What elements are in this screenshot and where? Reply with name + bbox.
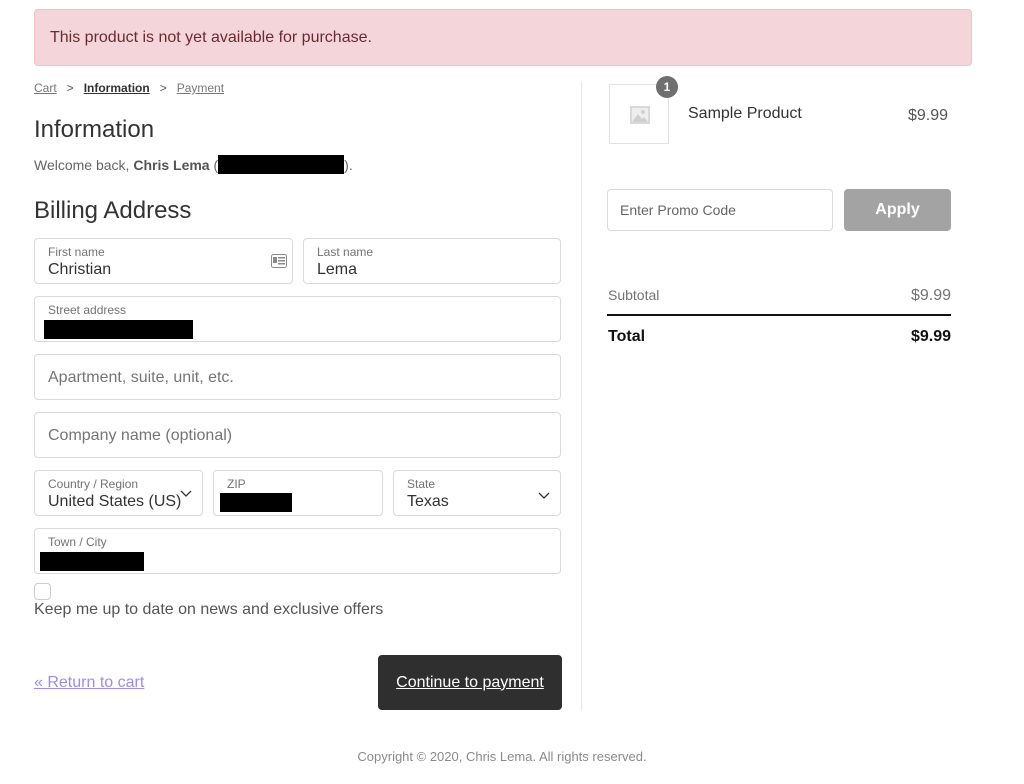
country-label: Country / Region xyxy=(48,477,139,491)
return-to-cart-link[interactable]: « Return to cart xyxy=(34,674,144,692)
total-value: $9.99 xyxy=(910,328,951,345)
apartment-placeholder: Apartment, suite, unit, etc. xyxy=(48,369,234,386)
promo-code-input[interactable] xyxy=(607,189,833,231)
last-name-field[interactable]: Last name Lema xyxy=(303,238,561,284)
newsletter-checkbox[interactable] xyxy=(34,583,51,600)
street-address-field[interactable]: Street address xyxy=(34,296,561,342)
subtotal-value: $9.99 xyxy=(910,287,951,304)
last-name-value: Lema xyxy=(317,261,358,278)
billing-heading: Billing Address xyxy=(34,197,192,224)
welcome-prefix: Welcome back, xyxy=(34,156,134,173)
subtotal-label: Subtotal xyxy=(608,287,660,303)
paren-close: ). xyxy=(344,156,353,173)
footer-copyright: Copyright © 2020, Chris Lema. All rights… xyxy=(357,749,647,764)
newsletter-label: Keep me up to date on news and exclusive… xyxy=(34,601,384,618)
product-name: Sample Product xyxy=(688,105,802,122)
image-placeholder-icon xyxy=(630,106,650,124)
information-heading: Information xyxy=(34,116,155,143)
notice-message: This product is not yet available for pu… xyxy=(50,28,372,46)
chevron-down-icon xyxy=(180,490,192,497)
breadcrumb-payment[interactable]: Payment xyxy=(177,81,224,95)
last-name-label: Last name xyxy=(317,245,374,259)
apply-promo-button[interactable]: Apply xyxy=(844,189,951,231)
city-field[interactable]: Town / City xyxy=(34,528,561,574)
redacted-street-address xyxy=(44,320,193,339)
country-select[interactable]: Country / Region United States (US) xyxy=(34,470,203,516)
breadcrumb-cart[interactable]: Cart xyxy=(34,81,57,95)
total-divider xyxy=(607,314,951,316)
street-address-label: Street address xyxy=(48,303,127,317)
error-notice: This product is not yet available for pu… xyxy=(34,9,972,66)
breadcrumb: Cart > Information > Payment xyxy=(34,81,224,95)
column-divider xyxy=(581,82,582,710)
apartment-field[interactable]: Apartment, suite, unit, etc. xyxy=(34,354,561,400)
breadcrumb-separator-icon: > xyxy=(159,81,167,95)
first-name-field[interactable]: First name Christian xyxy=(34,238,293,284)
redacted-zip xyxy=(220,493,292,512)
breadcrumb-information[interactable]: Information xyxy=(84,81,150,95)
state-select[interactable]: State Texas xyxy=(393,470,561,516)
first-name-value: Christian xyxy=(48,261,112,278)
redacted-city xyxy=(40,552,144,571)
breadcrumb-separator-icon: > xyxy=(66,81,74,95)
first-name-label: First name xyxy=(48,245,105,259)
redacted-email xyxy=(218,155,345,174)
quantity-badge: 1 xyxy=(656,76,678,98)
paren-open: ( xyxy=(209,156,219,173)
company-placeholder: Company name (optional) xyxy=(48,427,233,444)
user-name: Chris Lema xyxy=(133,156,210,173)
continue-to-payment-button[interactable]: Continue to payment xyxy=(378,655,562,710)
state-label: State xyxy=(407,477,436,491)
country-value: United States (US) xyxy=(48,493,182,510)
contact-card-icon[interactable] xyxy=(271,254,287,268)
zip-label: ZIP xyxy=(227,477,246,491)
total-label: Total xyxy=(608,328,646,345)
welcome-message: Welcome back, Chris Lema (). xyxy=(34,155,353,174)
chevron-down-icon xyxy=(538,492,550,499)
state-value: Texas xyxy=(407,493,449,510)
company-field[interactable]: Company name (optional) xyxy=(34,412,561,458)
zip-field[interactable]: ZIP xyxy=(213,470,383,516)
product-price: $9.99 xyxy=(907,107,948,124)
city-label: Town / City xyxy=(48,535,107,549)
